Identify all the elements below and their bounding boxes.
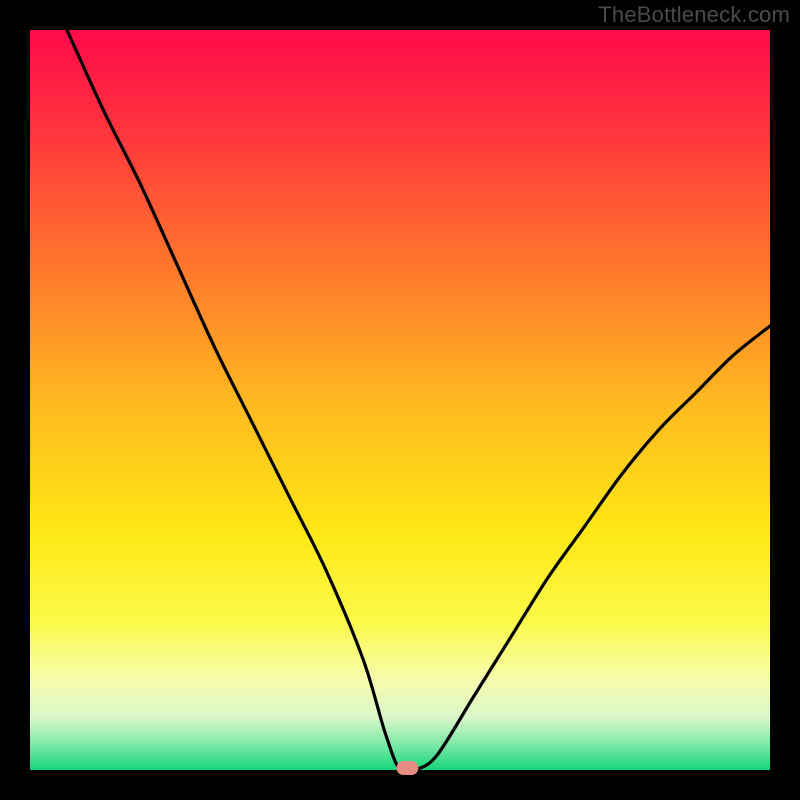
chart-frame: TheBottleneck.com [0,0,800,800]
minimum-marker [396,761,418,775]
chart-svg [0,0,800,800]
plot-background [30,30,770,770]
watermark-text: TheBottleneck.com [598,2,790,28]
